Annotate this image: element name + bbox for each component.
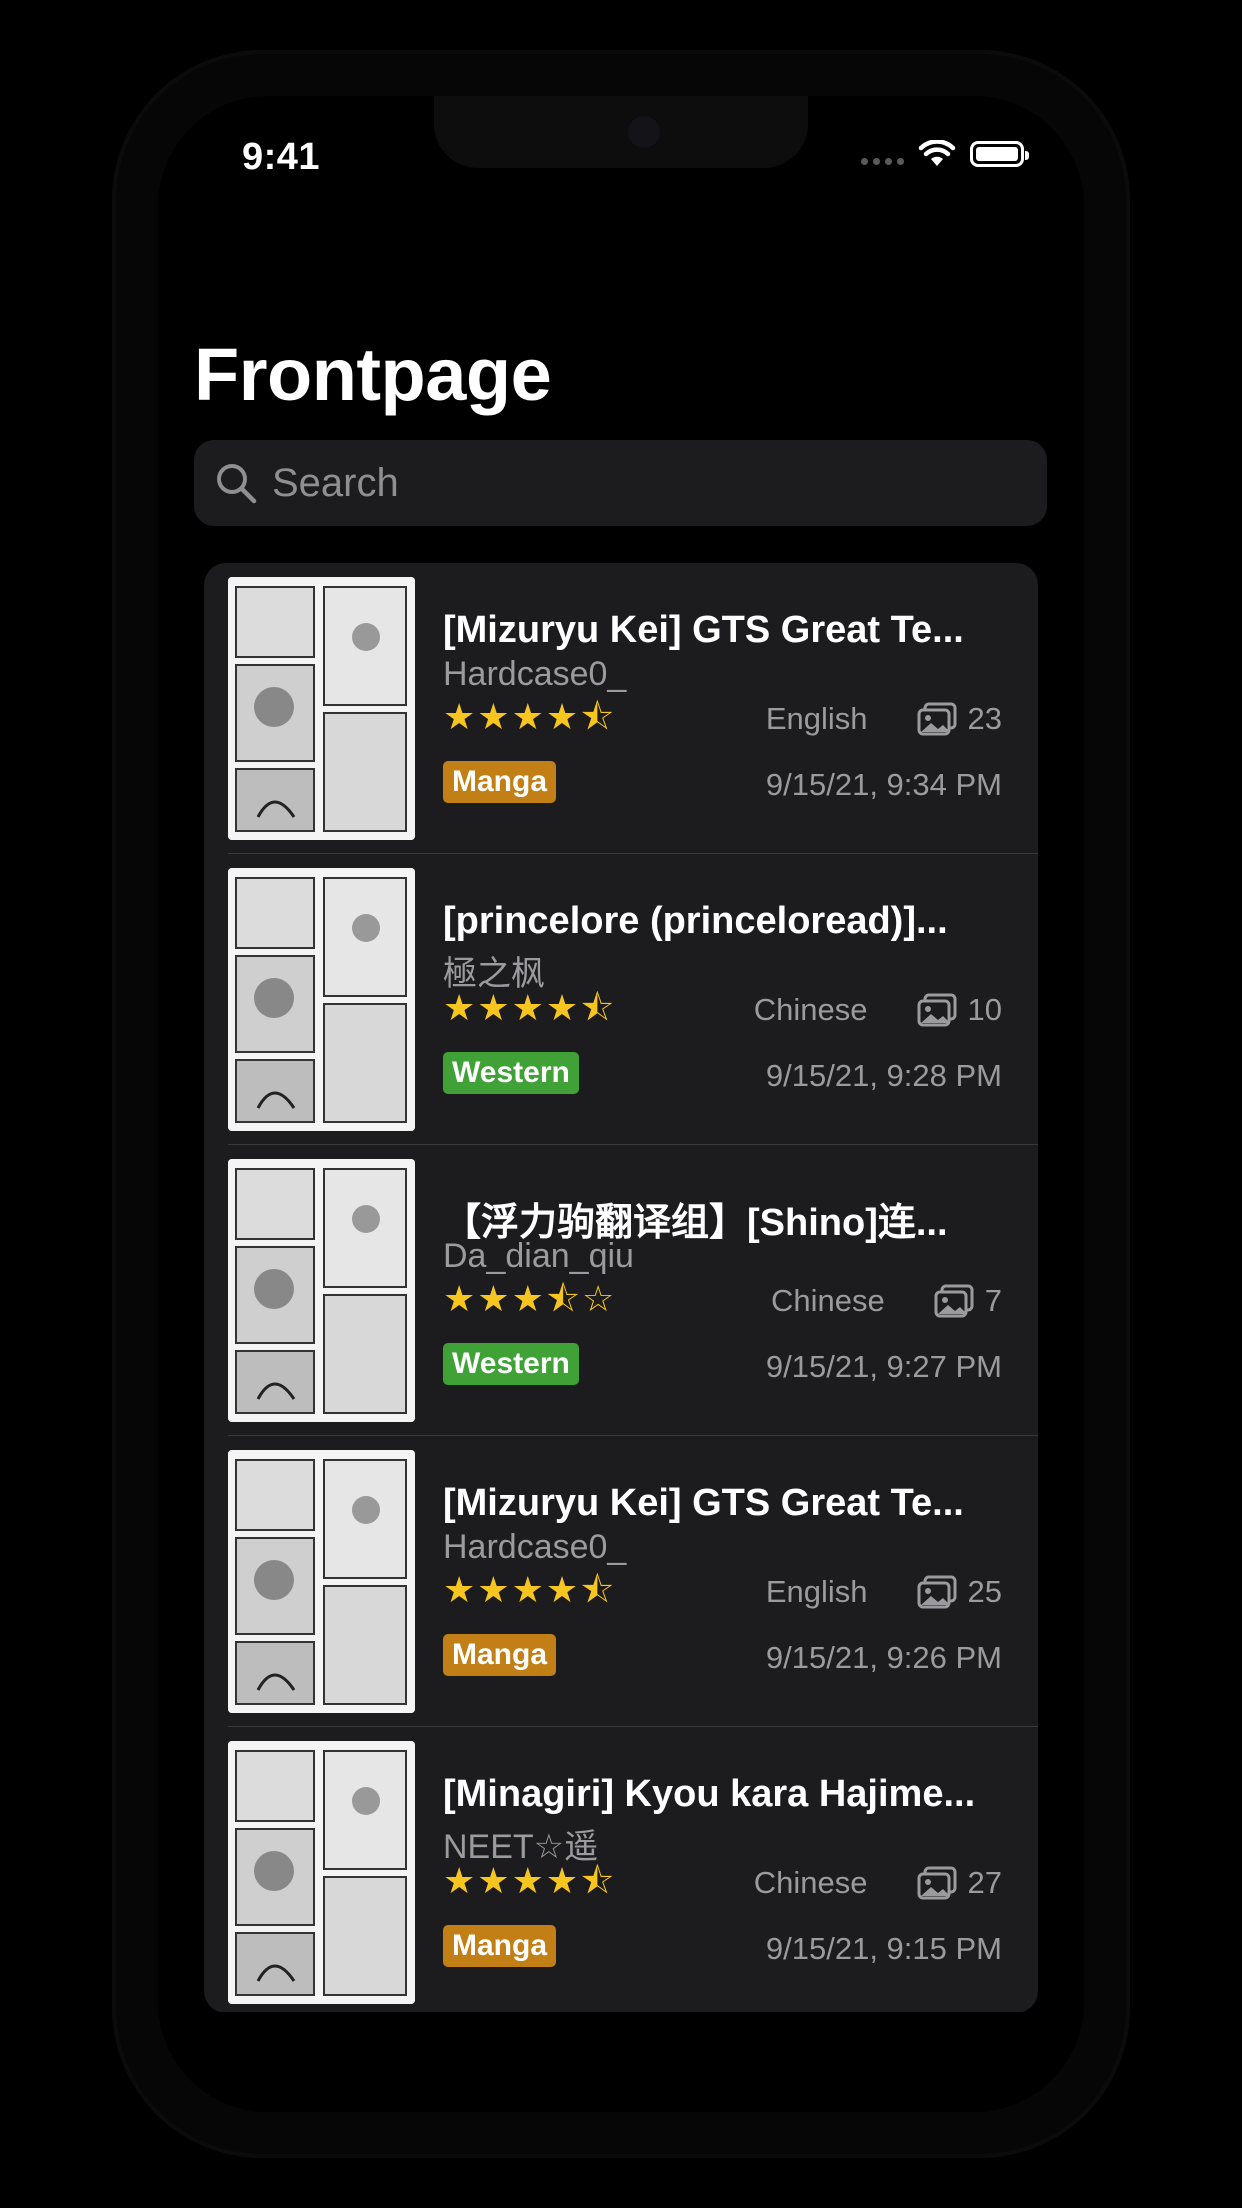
gallery-language: Chinese: [753, 992, 868, 1027]
photo-stack-icon: [917, 702, 957, 736]
star-icon: ⯪: [580, 696, 615, 737]
star-icon: ★: [443, 1278, 476, 1319]
gallery-cover-image: [228, 577, 415, 840]
gallery-title: [Mizuryu Kei] GTS Great Te...: [443, 609, 964, 651]
gallery-language: Chinese: [753, 1865, 868, 1900]
gallery-meta: Chinese 27: [754, 1865, 1002, 1901]
gallery-language: English: [765, 1574, 868, 1609]
star-icon: ★: [545, 987, 579, 1028]
gallery-date: 9/15/21, 9:15 PM: [765, 1931, 1002, 1966]
gallery-row[interactable]: [Mizuryu Kei] GTS Great Te... Hardcase0_…: [204, 1436, 1038, 1727]
gallery-meta: English 23: [766, 701, 1002, 737]
gallery-uploader: Da_dian_qiu: [443, 1237, 634, 1275]
cellular-signal-icon: [861, 143, 904, 165]
photo-stack-icon: [934, 1284, 974, 1318]
gallery-uploader: Hardcase0_: [443, 1528, 627, 1566]
gallery-meta: Chinese 10: [754, 992, 1002, 1028]
star-icon: ☆: [581, 1278, 615, 1319]
screen-bottom: [158, 2012, 1084, 2112]
rating-stars: ★ ★ ★ ⯪ ☆: [443, 1281, 614, 1317]
star-icon: ★: [511, 1278, 544, 1319]
gallery-page-count: 7: [984, 1283, 1002, 1318]
category-tag: Manga: [443, 1925, 557, 1967]
rating-stars: ★ ★ ★ ★ ⯪: [443, 1863, 614, 1899]
status-indicators: [861, 140, 1029, 168]
gallery-page-count: 10: [967, 992, 1002, 1027]
star-icon: ⯪: [580, 987, 615, 1028]
app-screen: 9:41 Frontpage Search [Mizuryu Kei] GTS …: [158, 96, 1084, 2112]
star-icon: ★: [443, 987, 476, 1028]
gallery-title: [Mizuryu Kei] GTS Great Te...: [443, 1482, 964, 1524]
camera-icon: [628, 116, 660, 148]
gallery-date: 9/15/21, 9:26 PM: [765, 1640, 1002, 1675]
gallery-list: [Mizuryu Kei] GTS Great Te... Hardcase0_…: [204, 563, 1038, 2013]
gallery-page-count: 27: [967, 1865, 1002, 1900]
gallery-page-count: 23: [967, 701, 1002, 736]
gallery-meta: Chinese 7: [771, 1283, 1002, 1319]
rating-stars: ★ ★ ★ ★ ⯪: [443, 699, 614, 735]
gallery-language: Chinese: [771, 1283, 885, 1318]
gallery-row[interactable]: [princelore (princeloread)]... 極之枫 ★ ★ ★ ★ ⯪…: [204, 854, 1038, 1145]
gallery-row[interactable]: 【浮力驹翻译组】[Shino]连... Da_dian_qiu ★ ★ ★ ⯪ ☆ Ch…: [204, 1145, 1038, 1436]
star-icon: ★: [545, 1860, 579, 1901]
category-tag: Western: [443, 1343, 579, 1385]
star-icon: ★: [511, 1569, 544, 1610]
photo-stack-icon: [917, 1866, 957, 1900]
gallery-cover-image: [228, 1450, 415, 1713]
rating-stars: ★ ★ ★ ★ ⯪: [443, 990, 614, 1026]
gallery-cover-image: [228, 868, 415, 1131]
star-icon: ★: [545, 696, 579, 737]
gallery-uploader: Hardcase0_: [443, 655, 627, 693]
gallery-cover-image: [228, 1741, 415, 2004]
star-icon: ★: [443, 1569, 476, 1610]
star-icon: ★: [511, 696, 544, 737]
star-icon: ★: [443, 1860, 476, 1901]
photo-stack-icon: [917, 993, 957, 1027]
gallery-language: English: [765, 701, 868, 736]
star-icon: ★: [477, 1278, 510, 1319]
star-icon: ★: [477, 1569, 510, 1610]
category-tag: Manga: [443, 1634, 557, 1676]
star-icon: ★: [511, 1860, 544, 1901]
star-icon: ★: [477, 1860, 510, 1901]
gallery-meta: English 25: [766, 1574, 1002, 1610]
gallery-row[interactable]: [Mizuryu Kei] GTS Great Te... Hardcase0_…: [204, 563, 1038, 854]
page-title: Frontpage: [194, 333, 552, 416]
gallery-cover-image: [228, 1159, 415, 1422]
star-icon: ★: [477, 987, 510, 1028]
category-tag: Western: [443, 1052, 579, 1094]
star-icon: ★: [511, 987, 544, 1028]
status-time: 9:41: [242, 136, 321, 178]
star-icon: ★: [477, 696, 510, 737]
gallery-row[interactable]: [Minagiri] Kyou kara Hajime... NEET☆遥 ★ ★…: [204, 1727, 1038, 2013]
star-icon: ⯪: [580, 1860, 615, 1901]
gallery-title: [princelore (princeloread)]...: [443, 900, 948, 942]
rating-stars: ★ ★ ★ ★ ⯪: [443, 1572, 614, 1608]
search-icon: [217, 464, 257, 504]
star-icon: ★: [545, 1569, 579, 1610]
star-icon: ★: [443, 696, 476, 737]
search-input[interactable]: [272, 460, 972, 506]
wifi-icon: [918, 140, 956, 168]
gallery-date: 9/15/21, 9:27 PM: [765, 1349, 1002, 1384]
star-icon: ⯪: [580, 1569, 615, 1610]
category-tag: Manga: [443, 761, 557, 803]
star-icon: ⯪: [545, 1278, 580, 1319]
battery-icon: [970, 141, 1029, 167]
gallery-date: 9/15/21, 9:34 PM: [765, 767, 1002, 802]
search-bar[interactable]: [194, 440, 1047, 526]
gallery-page-count: 25: [967, 1574, 1002, 1609]
gallery-date: 9/15/21, 9:28 PM: [765, 1058, 1002, 1093]
dynamic-island: [434, 96, 808, 168]
photo-stack-icon: [917, 1575, 957, 1609]
gallery-title: [Minagiri] Kyou kara Hajime...: [443, 1773, 976, 1815]
